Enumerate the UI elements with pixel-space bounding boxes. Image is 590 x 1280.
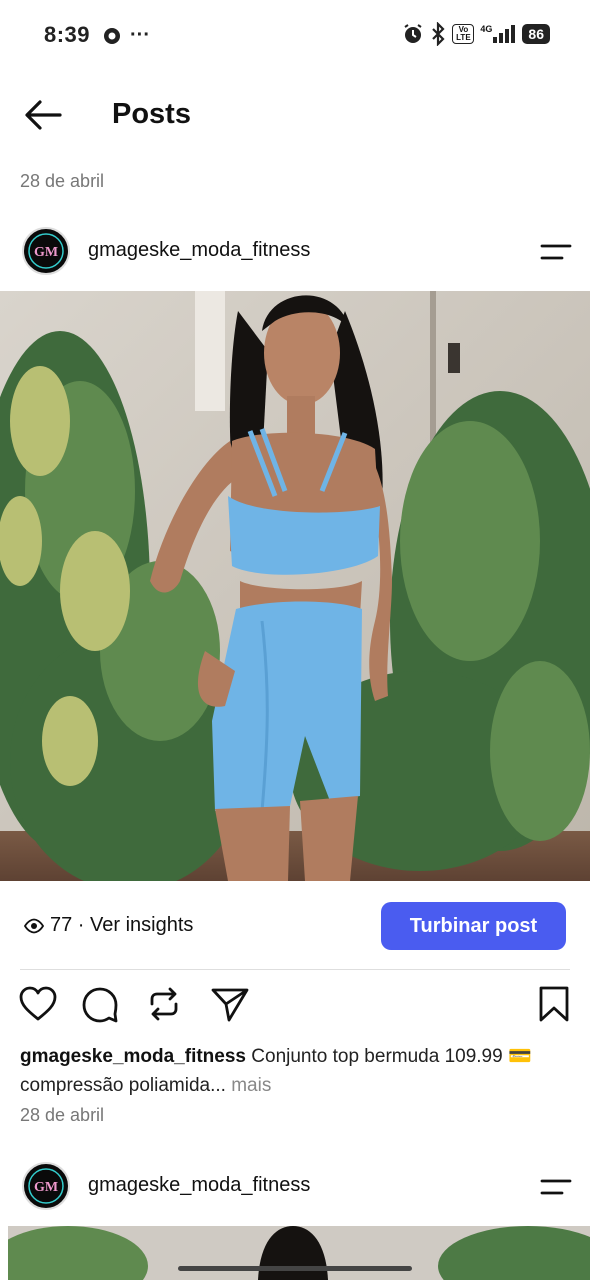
volte-badge: Vo LTE	[452, 24, 475, 44]
menu-icon	[540, 244, 572, 260]
status-time: 8:39	[44, 22, 91, 47]
repost-button[interactable]	[144, 984, 184, 1028]
alarm-icon	[404, 24, 422, 43]
eye-icon	[24, 918, 44, 933]
next-post-photo	[8, 1226, 590, 1280]
post-caption: gmageske_moda_fitness Conjunto top bermu…	[20, 1042, 560, 1100]
brand-logo-icon: GM	[28, 233, 64, 269]
save-button[interactable]	[534, 984, 574, 1028]
status-bar: 8:39 ··· Vo LTE 4G 86	[0, 0, 590, 72]
camera-icon	[104, 27, 120, 44]
post-image[interactable]	[0, 291, 590, 881]
post-actions	[0, 984, 590, 1028]
share-icon	[211, 988, 249, 1022]
status-left-icons: ···	[102, 24, 150, 47]
post-header: GM gmageske_moda_fitness	[0, 221, 590, 281]
home-indicator[interactable]	[178, 1266, 412, 1271]
post-photo	[0, 291, 590, 881]
bluetooth-icon	[432, 22, 445, 46]
menu-icon	[540, 1179, 572, 1195]
network-type: 4G	[480, 24, 493, 34]
post-date: 28 de abril	[20, 1105, 105, 1125]
next-post-menu-button[interactable]	[538, 1168, 574, 1204]
view-insights-link[interactable]: 77 · Ver insights	[24, 914, 193, 937]
divider	[20, 969, 570, 970]
caption-username[interactable]: gmageske_moda_fitness	[20, 1046, 246, 1067]
avatar-text: GM	[34, 1180, 58, 1195]
insights-row: 77 · Ver insights Turbinar post	[0, 900, 590, 952]
brand-logo-icon: GM	[28, 1168, 64, 1204]
avatar-text: GM	[34, 245, 58, 260]
next-post-header: GM gmageske_moda_fitness	[0, 1156, 590, 1216]
back-arrow-icon	[25, 100, 62, 130]
heart-icon	[19, 986, 57, 1021]
comment-icon	[82, 987, 118, 1023]
post-username[interactable]: gmageske_moda_fitness	[88, 239, 310, 262]
more-dots: ···	[130, 24, 150, 46]
caption-more-link[interactable]: mais	[226, 1075, 271, 1096]
battery-indicator: 86	[522, 24, 550, 44]
app-header: Posts	[0, 88, 590, 144]
signal-icon	[493, 25, 516, 43]
post-menu-button[interactable]	[538, 233, 574, 269]
page-title: Posts	[112, 98, 191, 130]
avatar[interactable]: GM	[22, 227, 70, 275]
avatar[interactable]: GM	[22, 1162, 70, 1210]
repost-icon	[150, 987, 178, 1021]
like-button[interactable]	[18, 984, 58, 1028]
back-button[interactable]	[22, 98, 62, 132]
status-right-icons: Vo LTE 4G 86	[402, 22, 550, 46]
share-button[interactable]	[210, 984, 250, 1028]
bookmark-icon	[539, 986, 569, 1022]
next-post-username[interactable]: gmageske_moda_fitness	[88, 1174, 310, 1197]
comment-button[interactable]	[80, 984, 120, 1028]
boost-post-button[interactable]: Turbinar post	[381, 902, 566, 950]
next-post-image[interactable]	[8, 1226, 590, 1280]
views-count-text: 77 · Ver insights	[50, 914, 194, 936]
post-date-top: 28 de abril	[20, 171, 105, 191]
